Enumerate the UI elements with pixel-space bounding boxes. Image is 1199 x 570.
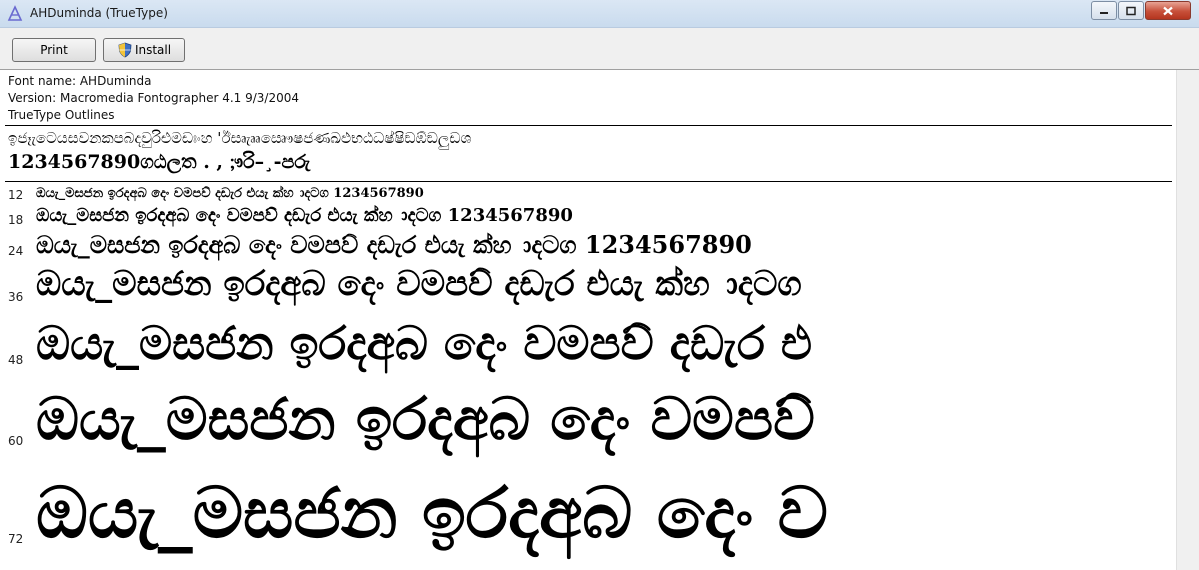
print-button[interactable]: Print [12,38,96,62]
font-preview-area: Font name: AHDuminda Version: Macromedia… [0,71,1199,570]
sample-text: ඔයැ_මසජන ඉරදඅබ දෙං ව [36,471,828,554]
window-title: AHDuminda (TrueType) [30,6,168,20]
sample-text: ඔයැ_මසජන ඉරදඅබ දෙං වමපව් දඩැර එ [36,316,813,370]
divider [5,125,1172,126]
font-outlines: TrueType Outlines [8,108,115,122]
install-button[interactable]: Install [103,38,185,62]
sample-size-label: 18 [8,213,24,227]
vertical-scrollbar[interactable] [1176,70,1199,570]
font-file-icon [6,5,24,23]
sample-text: ඔයැ_මසජන ඉරදඅබ දෙං වමපව් දඩැර එයැ ක්හ ාද… [36,230,752,259]
maximize-button[interactable] [1118,1,1144,20]
sample-text: ඔයැ_මසජන ඉරදඅබ දෙං වමපව් දඩැර එයැ ක්හ ාද… [36,205,573,226]
font-info: Font name: AHDuminda Version: Macromedia… [8,73,299,124]
sample-row-72: 72 ඔයැ_මසජන ඉරදඅබ දෙං ව [0,471,1199,570]
sample-size-label: 48 [8,353,24,367]
sample-text: ඔයැ_මසජන ඉරදඅබ දෙං වමපව් දඩැර එයැ ක්හ ාද… [36,186,424,201]
sample-size-label: 60 [8,434,24,448]
close-icon [1163,6,1173,15]
sample-row-12: 12 ඔයැ_මසජන ඉරදඅබ දෙං වමපව් දඩැර එයැ ක්හ… [0,185,1199,203]
sample-size-label: 24 [8,244,24,258]
close-button[interactable] [1145,1,1191,20]
uac-shield-icon [117,42,133,58]
sample-row-60: 60 ඔයැ_මසජන ඉරදඅබ දෙං වමපව් [0,385,1199,475]
minimize-icon [1100,11,1108,14]
font-name: Font name: AHDuminda [8,74,152,88]
charset-line-1: ඉජෑැටෙයසවනකපබදවුරිඑමඩඃංහ 'ඊසෘැෲඍෞෂජණඛඵභඨ… [8,129,472,147]
sample-text: ඔයැ_මසජන ඉරදඅබ දෙං වමපව් [36,385,815,453]
toolbar: Print Install [0,28,1199,70]
sample-text: ඔයැ_මසජන ඉරදඅබ දෙං වමපව් දඩැර එයැ ක්හ ාද… [36,264,802,304]
sample-row-48: 48 ඔයැ_මසජන ඉරදඅබ දෙං වමපව් දඩැර එ [0,316,1199,384]
maximize-icon [1126,6,1136,15]
sample-size-label: 36 [8,290,24,304]
install-button-label: Install [134,43,172,57]
charset-line-2: 1234567890ගඨලත . , ;ෟරි–¸-පරු [8,151,311,173]
sample-row-24: 24 ඔයැ_මසජන ඉරදඅබ දෙං වමපව් දඩැර එයැ ක්හ… [0,230,1199,266]
font-version: Version: Macromedia Fontographer 4.1 9/3… [8,91,300,105]
minimize-button[interactable] [1091,1,1117,20]
print-button-label: Print [40,43,68,57]
title-bar: AHDuminda (TrueType) [0,0,1199,28]
sample-row-36: 36 ඔයැ_මසජන ඉරදඅබ දෙං වමපව් දඩැර එයැ ක්හ… [0,264,1199,314]
sample-row-18: 18 ඔයැ_මසජන ඉරදඅබ දෙං වමපව් දඩැර එයැ ක්හ… [0,205,1199,231]
sample-size-label: 72 [8,532,24,546]
divider [5,181,1172,182]
sample-size-label: 12 [8,188,24,202]
